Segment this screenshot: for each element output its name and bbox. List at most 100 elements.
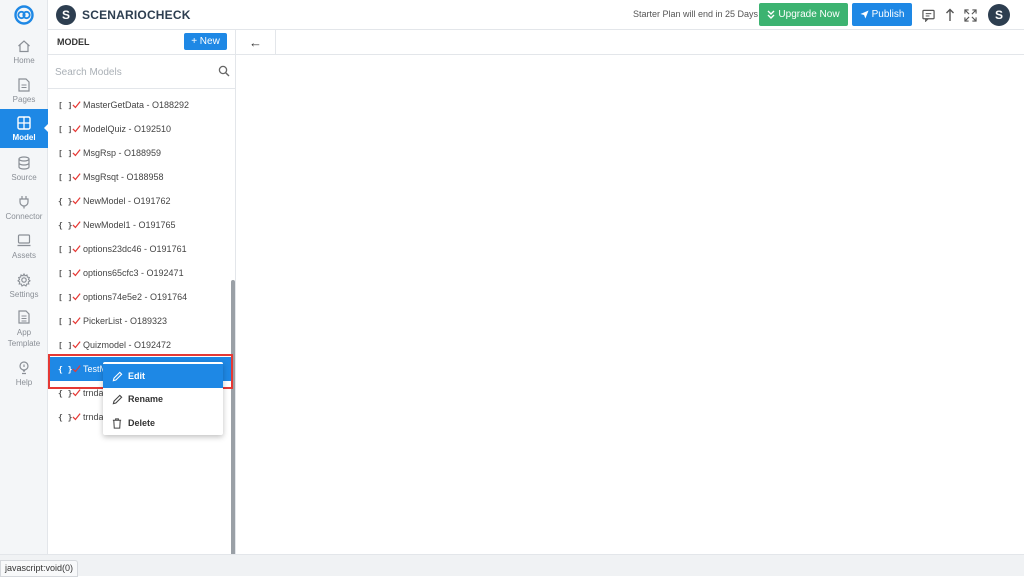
model-name: MsgRsqt - O188958 [83,172,164,182]
rail-item-help[interactable]: Help [0,354,48,392]
rail-label-app-template: App Template [7,328,41,348]
arrow-left-icon: ← [249,35,262,50]
send-icon [860,10,869,19]
rail-item-home[interactable]: Home [0,32,48,70]
rail-item-assets[interactable]: Assets [0,227,48,265]
model-panel-header: MODEL + New [48,30,235,55]
plug-icon [16,194,32,210]
model-name: trnda [83,388,104,398]
arrow-up-icon[interactable] [942,7,958,23]
model-name: MsgRsp - O188959 [83,148,162,158]
user-avatar[interactable]: S [988,4,1010,26]
rail-item-settings[interactable]: Settings [0,266,48,304]
model-list-item[interactable]: [ ] options65cfc3 - O192471 [48,261,232,285]
search-models-input[interactable] [55,63,215,81]
rail-item-connector[interactable]: Connector [0,188,48,226]
new-model-button[interactable]: + New [184,33,227,50]
check-icon [72,173,81,181]
rail-label-pages: Pages [12,94,36,104]
double-chevron-down-icon [767,10,775,19]
check-icon [72,269,81,277]
check-icon [72,413,81,421]
menu-label-edit: Edit [128,371,145,381]
model-name: trnda [83,412,104,422]
fullscreen-icon[interactable] [962,7,978,23]
brand: S SCENARIOCHECK [56,5,191,25]
check-icon [72,317,81,325]
model-list-item[interactable]: [ ] PickerList - O189323 [48,309,232,333]
page-icon [16,77,32,93]
model-list-item[interactable]: { } NewModel - O191762 [48,189,232,213]
model-list-item[interactable]: [ ] ModelQuiz - O192510 [48,117,232,141]
template-icon [16,309,32,325]
model-name: Quizmodel - O192472 [83,340,172,350]
bracket-icon: [ ] [58,340,73,350]
search-icon[interactable] [218,65,230,77]
rail-label-settings: Settings [9,289,39,299]
upgrade-now-button[interactable]: Upgrade Now [759,3,848,26]
comment-icon[interactable] [920,7,936,23]
rail-item-model[interactable]: Model [0,109,49,148]
menu-item-delete[interactable]: Delete [103,411,223,435]
bracket-icon: [ ] [58,100,73,110]
menu-label-rename: Rename [128,394,164,404]
gear-icon [16,272,32,288]
bracket-icon: { } [58,412,73,422]
content-header: ← [236,30,1024,55]
model-list-item[interactable]: [ ] MasterGetData - O188292 [48,93,232,117]
model-list-item[interactable]: [ ] options74e5e2 - O191764 [48,285,232,309]
model-name: options65cfc3 - O192471 [83,268,184,278]
upgrade-now-label: Upgrade Now [778,9,840,20]
menu-item-edit[interactable]: Edit [103,364,223,388]
bracket-icon: [ ] [58,244,73,254]
check-icon [72,293,81,301]
help-icon [16,360,32,376]
bracket-icon: { } [58,364,73,374]
rail-label-model: Model [12,133,36,142]
model-list-item[interactable]: [ ] options23dc46 - O191761 [48,237,232,261]
rail-item-pages[interactable]: Pages [0,71,48,109]
check-icon [72,341,81,349]
pencil-icon [111,370,123,382]
menu-label-delete: Delete [128,418,156,428]
app-logo[interactable] [0,0,48,30]
model-list-item[interactable]: { } NewModel1 - O191765 [48,213,232,237]
check-icon [72,197,81,205]
publish-label: Publish [871,9,905,20]
rail-label-source: Source [11,172,37,182]
main-content: ← [236,30,1024,554]
check-icon [72,389,81,397]
status-bar: javascript:void(0) [0,554,1024,577]
model-name: options74e5e2 - O191764 [83,292,188,302]
bracket-icon: { } [58,196,73,206]
rail-item-source[interactable]: Source [0,149,48,187]
trash-icon [111,417,123,429]
rail-label-help: Help [15,377,33,387]
model-list-item[interactable]: [ ] MsgRsp - O188959 [48,141,232,165]
check-icon [72,365,81,373]
model-list-item[interactable]: [ ] MsgRsqt - O188958 [48,165,232,189]
model-name: options23dc46 - O191761 [83,244,187,254]
menu-item-rename[interactable]: Rename [103,387,223,411]
check-icon [72,149,81,157]
model-panel: MODEL + New [ ]MasterGetData - O188292[ … [48,30,236,556]
context-menu: Edit Rename Delete [103,362,223,435]
check-icon [72,101,81,109]
status-url: javascript:void(0) [0,560,79,577]
plan-notice: Starter Plan will end in 25 Days [633,9,759,19]
model-name: ModelQuiz - O192510 [83,124,172,134]
publish-button[interactable]: Publish [852,3,912,26]
icon-rail: Home Pages Model Source Connector Assets [0,30,49,554]
model-name: NewModel1 - O191765 [83,220,176,230]
bracket-icon: [ ] [58,316,73,326]
bracket-icon: [ ] [58,292,73,302]
back-button[interactable]: ← [236,30,276,55]
bracket-icon: [ ] [58,172,73,182]
model-list-scrollbar[interactable] [231,280,235,556]
model-panel-title: MODEL [57,37,90,47]
brand-badge: S [56,5,76,25]
bracket-icon: { } [58,388,73,398]
model-list-item[interactable]: [ ] Quizmodel - O192472 [48,333,232,357]
rail-item-app-template[interactable]: App Template [0,305,48,353]
monitor-icon [16,233,32,249]
